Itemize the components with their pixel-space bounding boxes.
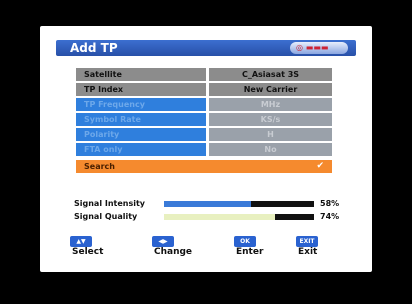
row-tp-index[interactable]: TP Index New Carrier: [76, 83, 332, 96]
signal-quality-label: Signal Quality: [74, 212, 138, 221]
row-tp-frequency[interactable]: TP Frequency MHz: [76, 98, 332, 111]
ok-icon: OK: [234, 236, 256, 247]
window-title: Add TP: [70, 41, 118, 55]
row-polarity[interactable]: Polarity H: [76, 128, 332, 141]
symbol-rate-value[interactable]: KS/s: [209, 113, 332, 126]
polarity-value[interactable]: H: [209, 128, 332, 141]
satellite-label: Satellite: [76, 68, 206, 81]
row-fta-only[interactable]: FTA only No: [76, 143, 332, 156]
select-label: Select: [72, 247, 104, 257]
change-label: Change: [154, 247, 193, 257]
change-hint[interactable]: ◀▶Change: [152, 236, 192, 257]
signal-intensity-bar: [164, 201, 314, 207]
fta-only-label: FTA only: [76, 143, 206, 156]
enter-label: Enter: [236, 247, 264, 257]
exit-hint[interactable]: EXITExit: [296, 236, 318, 257]
signal-intensity-label: Signal Intensity: [74, 199, 146, 208]
signal-quality-percent: 74%: [320, 212, 340, 221]
signal-intensity-fill: [164, 201, 251, 207]
fta-only-value[interactable]: No: [209, 143, 332, 156]
brand-logo: ◎ ▬▬▬: [290, 42, 348, 54]
title-bar: Add TP ◎ ▬▬▬: [56, 40, 356, 56]
row-search[interactable]: Search ✔: [76, 160, 332, 173]
tp-frequency-value[interactable]: MHz: [209, 98, 332, 111]
row-satellite[interactable]: Satellite C_Asiasat 3S: [76, 68, 332, 81]
tp-index-value[interactable]: New Carrier: [209, 83, 332, 96]
tp-frequency-label: TP Frequency: [76, 98, 206, 111]
signal-intensity-percent: 58%: [320, 199, 340, 208]
symbol-rate-label: Symbol Rate: [76, 113, 206, 126]
row-symbol-rate[interactable]: Symbol Rate KS/s: [76, 113, 332, 126]
tp-index-label: TP Index: [76, 83, 206, 96]
enter-hint[interactable]: OKEnter: [234, 236, 263, 257]
left-right-icon: ◀▶: [152, 236, 174, 247]
up-down-icon: ▲▼: [70, 236, 92, 247]
satellite-value[interactable]: C_Asiasat 3S: [209, 68, 332, 81]
polarity-label: Polarity: [76, 128, 206, 141]
exit-label: Exit: [298, 247, 318, 257]
check-icon: ✔: [316, 161, 324, 171]
search-label: Search: [84, 162, 115, 171]
exit-icon: EXIT: [296, 236, 318, 247]
signal-quality-fill: [164, 214, 275, 220]
select-hint[interactable]: ▲▼Select: [70, 236, 103, 257]
signal-quality-bar: [164, 214, 314, 220]
